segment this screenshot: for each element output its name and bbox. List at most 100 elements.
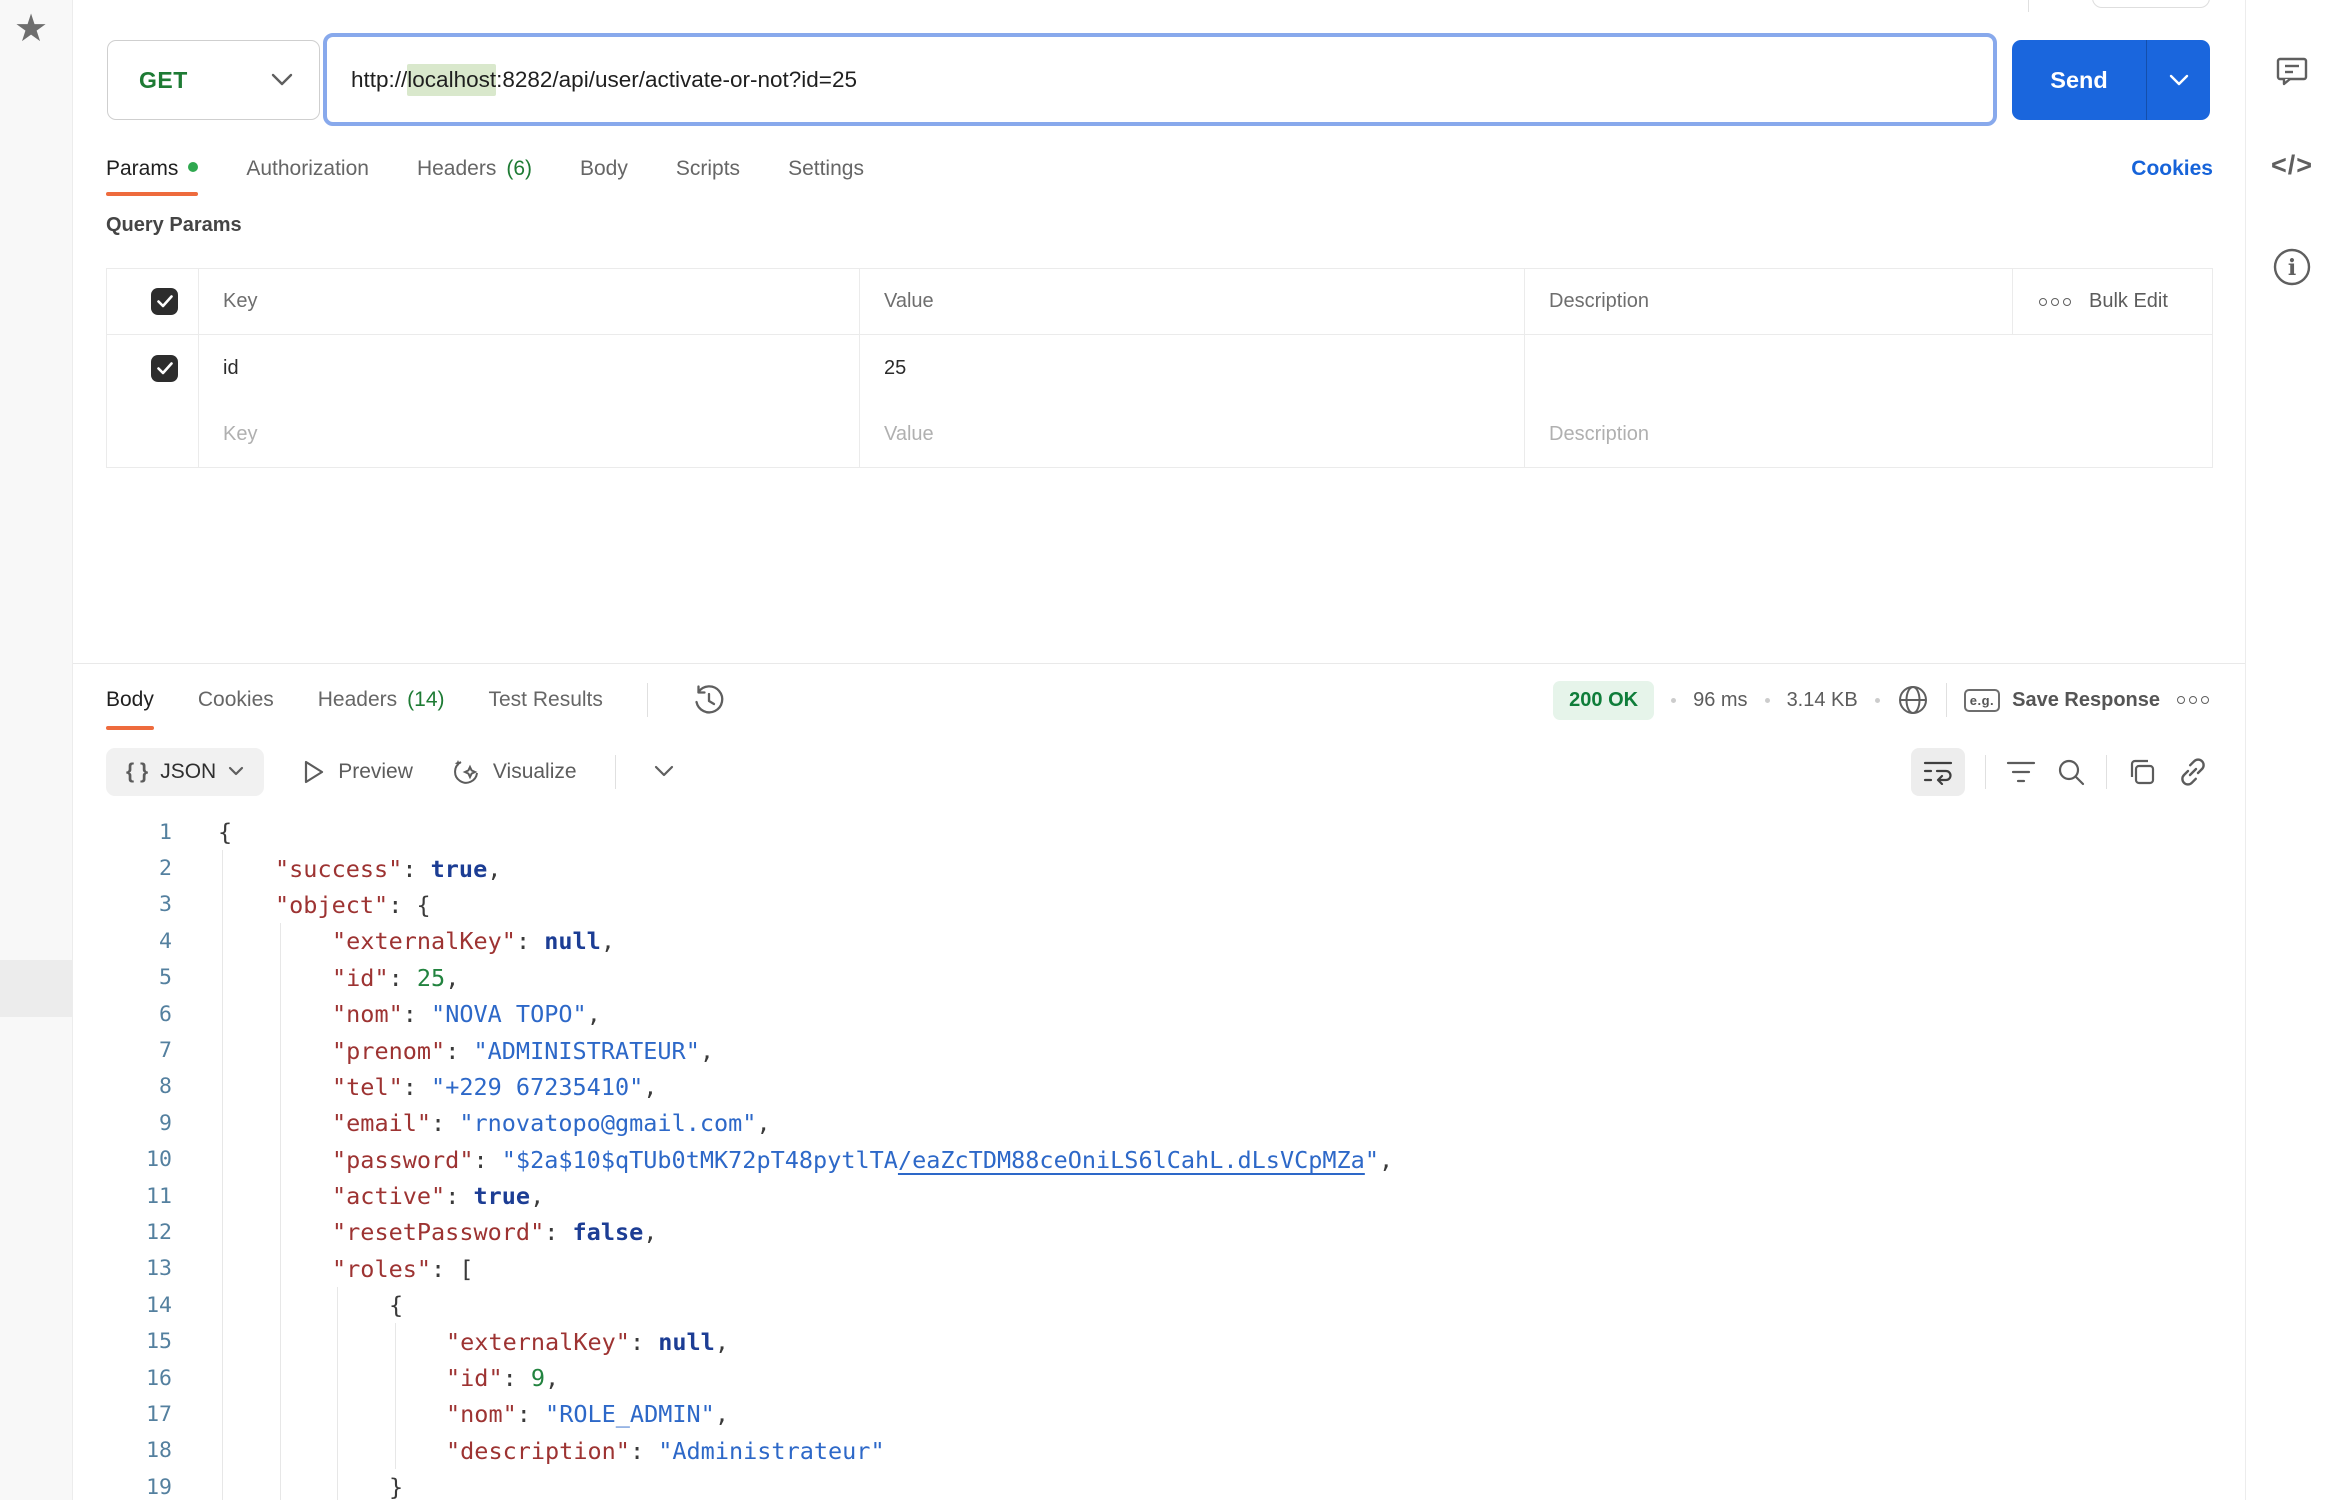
query-params-placeholder-row: Key Value Description <box>107 401 2212 467</box>
indent-guide <box>222 960 223 996</box>
code-line: 18"description": "Administrateur" <box>73 1433 2245 1469</box>
code-line: 11"active": true, <box>73 1178 2245 1214</box>
key-input[interactable]: Key <box>199 401 860 467</box>
url-prefix: http:// <box>351 67 407 93</box>
response-tab-headers[interactable]: Headers(14) <box>318 663 445 737</box>
column-header-description: Description <box>1525 269 2013 334</box>
favorite-star-icon[interactable]: ★ <box>14 10 48 48</box>
method-label: GET <box>139 67 188 94</box>
indent-guide <box>395 1433 396 1469</box>
response-meta: 200 OK 96 ms 3.14 KB e.g. Save Response <box>1553 663 2209 737</box>
save-example-icon: e.g. <box>1964 689 2000 712</box>
url-row: GET http://localhost:8282/api/user/activ… <box>73 0 2245 140</box>
param-description-cell[interactable] <box>1525 335 2212 401</box>
url-input[interactable]: http://localhost:8282/api/user/activate-… <box>323 33 1997 126</box>
tab-body[interactable]: Body <box>580 140 628 198</box>
divider <box>615 755 616 789</box>
bulk-edit-button[interactable]: Bulk Edit <box>2013 269 2212 334</box>
network-globe-icon[interactable] <box>1897 684 1929 716</box>
indent-guide <box>337 1433 338 1469</box>
param-value-cell[interactable]: 25 <box>860 335 1525 401</box>
visualize-button[interactable]: Visualize <box>451 757 577 787</box>
line-number: 9 <box>73 1111 172 1136</box>
code-line: 6"nom": "NOVA TOPO", <box>73 996 2245 1032</box>
indent-guide <box>280 1251 281 1287</box>
indent-guide <box>222 1105 223 1141</box>
indent-guide <box>222 887 223 923</box>
description-input[interactable]: Description <box>1525 401 2212 467</box>
line-number: 2 <box>73 856 172 881</box>
indent-guide <box>222 1178 223 1214</box>
wrap-text-icon <box>1923 759 1953 785</box>
status-badge[interactable]: 200 OK <box>1553 681 1654 720</box>
right-rail: </> i <box>2245 0 2338 1500</box>
param-key-cell[interactable]: id <box>199 335 860 401</box>
save-response-button[interactable]: e.g. Save Response <box>1964 689 2160 712</box>
line-number: 5 <box>73 965 172 990</box>
value-input[interactable]: Value <box>860 401 1525 467</box>
search-icon[interactable] <box>2056 757 2086 787</box>
comments-icon[interactable] <box>2273 52 2311 90</box>
method-select[interactable]: GET <box>107 40 320 120</box>
response-size[interactable]: 3.14 KB <box>1787 689 1858 712</box>
select-all-checkbox[interactable] <box>151 288 178 315</box>
postman-app: ★ GET http://localhost:8282/api/user/act… <box>0 0 2338 1500</box>
tab-settings[interactable]: Settings <box>788 140 864 198</box>
query-params-table: Key Value Description Bulk Edit id25 Key… <box>106 268 2213 468</box>
copy-icon[interactable] <box>2127 757 2157 787</box>
send-button[interactable]: Send <box>2012 40 2146 120</box>
detected-link[interactable]: /eaZcTDM88ceOniLS6lCahL.dLsVCpMZa <box>898 1146 1365 1174</box>
response-body-json[interactable]: 1{2"success": true,3"object": {4"externa… <box>73 806 2245 1500</box>
code-line: 15"externalKey": null, <box>73 1323 2245 1359</box>
response-tab-cookies[interactable]: Cookies <box>198 663 274 737</box>
indent-guide <box>337 1287 338 1323</box>
line-number: 16 <box>73 1366 172 1391</box>
cookies-link[interactable]: Cookies <box>2131 140 2213 198</box>
request-panel: GET http://localhost:8282/api/user/activ… <box>73 0 2245 1500</box>
wrap-text-button[interactable] <box>1911 748 1965 796</box>
tab-scripts[interactable]: Scripts <box>676 140 740 198</box>
format-select[interactable]: { } JSON <box>106 748 264 796</box>
code-line: 19} <box>73 1469 2245 1500</box>
send-options-button[interactable] <box>2146 40 2210 120</box>
response-tab-test-results[interactable]: Test Results <box>489 663 603 737</box>
query-param-row: id25 <box>107 335 2212 401</box>
tab-authorization[interactable]: Authorization <box>246 140 369 198</box>
indent-guide <box>280 923 281 959</box>
indent-guide <box>280 1178 281 1214</box>
line-number: 17 <box>73 1402 172 1427</box>
indent-guide <box>222 923 223 959</box>
url-suffix: :8282/api/user/activate-or-not?id=25 <box>496 67 857 93</box>
query-params-title: Query Params <box>106 214 242 237</box>
tab-params[interactable]: Params <box>106 140 198 198</box>
line-number: 14 <box>73 1293 172 1318</box>
response-time[interactable]: 96 ms <box>1693 689 1747 712</box>
indent-guide <box>280 1142 281 1178</box>
indent-guide <box>222 850 223 886</box>
indent-guide <box>222 1360 223 1396</box>
indent-guide <box>280 1069 281 1105</box>
response-tab-body[interactable]: Body <box>106 663 154 737</box>
chevron-down-icon[interactable] <box>654 765 674 778</box>
row-checkbox[interactable] <box>151 355 178 382</box>
code-line: 8"tel": "+229 67235410", <box>73 1069 2245 1105</box>
top-divider-remnant <box>2028 0 2029 12</box>
line-number: 10 <box>73 1147 172 1172</box>
code-icon[interactable]: </> <box>2271 150 2313 181</box>
info-icon[interactable]: i <box>2271 246 2313 288</box>
check-icon <box>157 295 173 308</box>
indent-guide <box>222 1069 223 1105</box>
preview-button[interactable]: Preview <box>302 759 413 785</box>
response-history-icon[interactable] <box>692 683 726 717</box>
indent-guide <box>280 1396 281 1432</box>
tab-headers[interactable]: Headers(6) <box>417 140 532 198</box>
tab-count-badge: (6) <box>506 157 532 181</box>
link-icon[interactable] <box>2177 756 2209 788</box>
filter-icon[interactable] <box>2006 759 2036 785</box>
indent-guide <box>280 1360 281 1396</box>
chevron-down-icon <box>228 766 244 777</box>
indent-guide <box>280 1214 281 1250</box>
separator-dot <box>1875 698 1880 703</box>
response-more-options[interactable] <box>2177 696 2209 704</box>
line-number: 18 <box>73 1438 172 1463</box>
